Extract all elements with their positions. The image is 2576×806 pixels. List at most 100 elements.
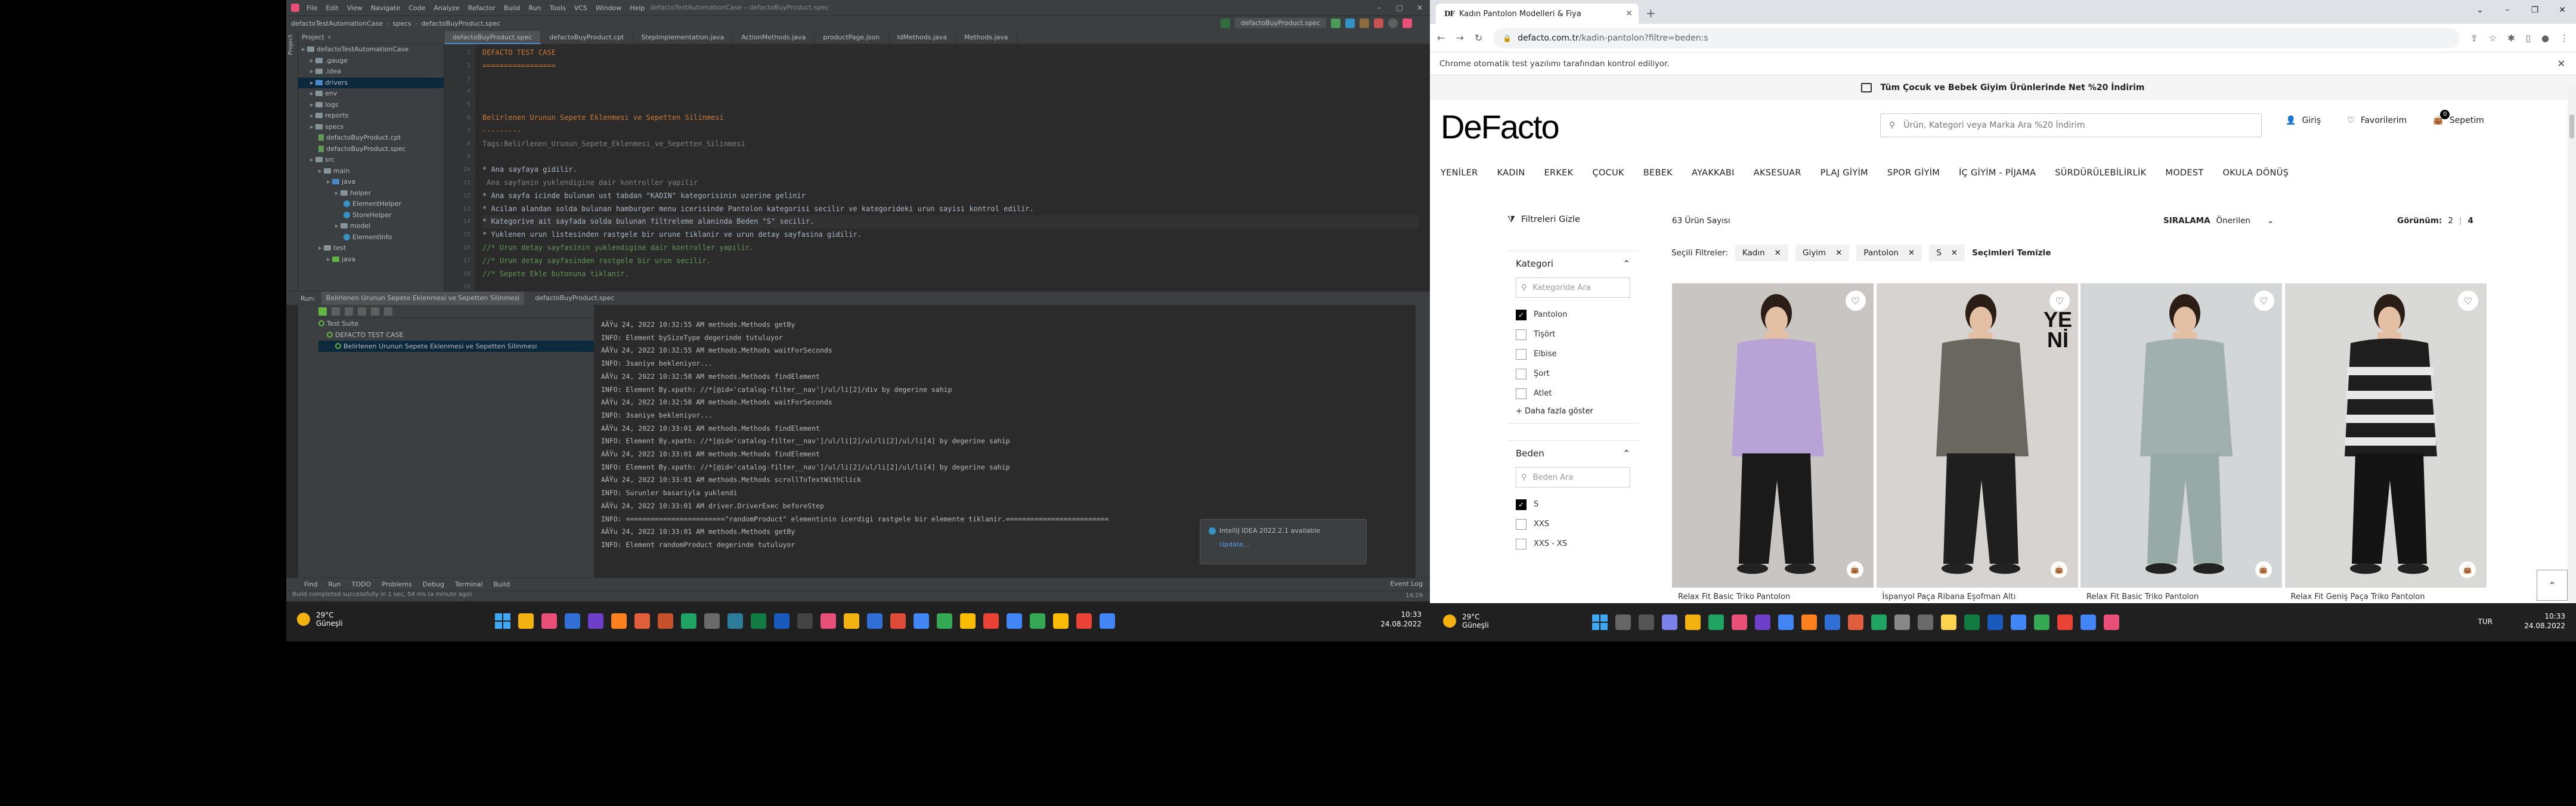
product-card[interactable]: YE Nİ ♡ 👜 İspanyol Paça Ribana Eşofman Altı <box>1876 283 2081 601</box>
taskbar-app-icon[interactable] <box>1639 614 1654 630</box>
code-line[interactable]: Belirlenen Urunun Sepete Eklenmesi ve Se… <box>482 112 1418 125</box>
start-icon[interactable] <box>495 613 510 629</box>
site-search-input[interactable]: ⚲ Ürün, Kategori veya Marka Ara %20 İndi… <box>1880 113 2262 137</box>
breadcrumb-item[interactable]: defactoTestAutomationCase <box>291 20 383 27</box>
favorite-heart-icon[interactable]: ♡ <box>2049 291 2070 311</box>
run-icon[interactable] <box>1331 18 1340 28</box>
category-nav-item[interactable]: OKULA DÖNÜŞ <box>2223 168 2289 178</box>
category-nav-item[interactable]: KADIN <box>1497 168 1525 178</box>
sort-control[interactable]: SIRALAMA Önerilen ⌄ <box>2163 216 2274 226</box>
close-icon[interactable]: ✕ <box>1410 0 1430 16</box>
add-to-bag-icon[interactable]: 👜 <box>2459 561 2476 578</box>
show-more-link[interactable]: + Daha fazla göster <box>1516 407 1630 416</box>
taskbar-app-icon[interactable] <box>541 613 557 629</box>
code-line[interactable]: * Yuklenen urun listesinden rastgele bir… <box>482 228 1418 242</box>
expand-arrow-icon[interactable]: ▸ <box>318 167 324 175</box>
category-nav-item[interactable]: BEBEK <box>1643 168 1673 178</box>
category-search-input[interactable]: ⚲ Kategoride Ara <box>1516 277 1630 298</box>
taskbar-app-icon[interactable] <box>588 613 603 629</box>
category-nav-item[interactable]: ÇOCUK <box>1592 168 1624 178</box>
category-nav-item[interactable]: YENİLER <box>1441 168 1478 178</box>
profile-icon[interactable]: ● <box>2541 33 2549 44</box>
checkbox[interactable] <box>1516 348 1527 360</box>
taskbar-app-icon[interactable] <box>751 613 766 629</box>
taskbar-app-icon[interactable] <box>1987 614 2003 630</box>
menu-item[interactable]: Code <box>405 4 429 12</box>
taskbar-app-icon[interactable] <box>1918 614 1933 630</box>
code-line[interactable] <box>482 73 1418 86</box>
update-notification[interactable]: IntelliJ IDEA 2022.2.1 available Update.… <box>1200 519 1367 564</box>
taskbar-app-icon[interactable] <box>565 613 580 629</box>
tree-node[interactable]: ▸ main <box>298 166 444 177</box>
taskbar-app-icon[interactable] <box>983 613 999 629</box>
taskbar-app-icon[interactable] <box>1076 613 1092 629</box>
category-nav-item[interactable]: SPOR GİYİM <box>1887 168 1940 178</box>
taskbar-app-icon[interactable] <box>960 613 976 629</box>
editor-tab[interactable]: Methods.java <box>956 30 1017 44</box>
tree-node[interactable]: StoreHelper <box>298 210 444 221</box>
expand-arrow-icon[interactable]: ▸ <box>302 45 307 53</box>
extensions-icon[interactable]: ✱ <box>2507 33 2515 44</box>
input-language[interactable]: TUR <box>2478 617 2493 626</box>
debug-icon[interactable] <box>1345 18 1355 28</box>
remove-chip-icon[interactable]: ✕ <box>1835 248 1842 258</box>
code-line[interactable]: * Kategorive ait sayfada solda bulunan f… <box>482 215 1418 229</box>
remove-chip-icon[interactable]: ✕ <box>1951 248 1958 258</box>
code-line[interactable]: //* Urun detay sayfasinin yuklendigine d… <box>482 242 1418 255</box>
taskbar-app-icon[interactable] <box>844 613 859 629</box>
product-image[interactable] <box>2080 283 2282 588</box>
forward-icon[interactable]: → <box>1456 32 1463 44</box>
taskbar-app-icon[interactable] <box>1801 614 1817 630</box>
favorites-link[interactable]: ♡ Favorilerim <box>2347 116 2407 125</box>
minimize-icon[interactable]: – <box>2494 0 2521 20</box>
taskbar-app-icon[interactable] <box>1941 614 1956 630</box>
breadcrumb-item[interactable]: defactoBuyProduct.spec <box>421 20 500 27</box>
filter-option[interactable]: ✓ Pantolon <box>1516 305 1630 325</box>
size-filter-header[interactable]: Beden ⌃ <box>1516 448 1630 459</box>
tree-node[interactable]: ElementInfo <box>298 232 444 243</box>
filter-option[interactable]: ✓ S <box>1516 495 1630 514</box>
tree-node[interactable]: ▸ helper <box>298 188 444 199</box>
favorite-heart-icon[interactable]: ♡ <box>1845 291 1866 311</box>
tree-node[interactable]: ▸ defactoTestAutomationCase <box>298 44 444 55</box>
tool-window-button[interactable]: Build <box>494 580 510 588</box>
tree-node[interactable]: ▸ specs <box>298 122 444 133</box>
start-icon[interactable] <box>1592 614 1608 630</box>
tool-window-button[interactable]: Find <box>304 580 318 588</box>
taskbar-app-icon[interactable] <box>2104 614 2119 630</box>
star-icon[interactable]: ☆ <box>2489 33 2497 44</box>
taskbar-app-icon[interactable] <box>797 613 813 629</box>
category-nav-item[interactable]: MODEST <box>2165 168 2203 178</box>
project-tool-tab[interactable]: Project <box>286 31 295 58</box>
taskbar-app-icon[interactable] <box>634 613 650 629</box>
menu-icon[interactable]: ⋮ <box>2560 33 2569 44</box>
ignored-filter-icon[interactable] <box>332 307 340 316</box>
expand-arrow-icon[interactable]: ▸ <box>310 123 315 131</box>
code-line[interactable]: * Ana sayfa icinde bulunan ust tabdan "K… <box>482 190 1418 203</box>
taskbar-app-icon[interactable] <box>2080 614 2096 630</box>
taskbar-app-icon[interactable] <box>1007 613 1022 629</box>
filter-option[interactable]: Tişört <box>1516 325 1630 344</box>
code-content[interactable]: DEFACTO TEST CASE ================= Belir… <box>482 47 1418 280</box>
code-line[interactable]: //* Sepete Ekle butonuna tiklanir. <box>482 268 1418 281</box>
scroll-top-button[interactable]: ⌃ <box>2537 570 2568 601</box>
minimize-icon[interactable]: – <box>1369 0 1389 16</box>
code-line[interactable] <box>482 150 1418 163</box>
search-everywhere-icon[interactable] <box>1388 18 1398 28</box>
tool-window-button[interactable]: Run <box>329 580 341 588</box>
breadcrumb-item[interactable]: specs <box>393 20 411 27</box>
taskbar-app-icon[interactable] <box>1685 614 1701 630</box>
maximize-icon[interactable]: □ <box>1389 0 1410 16</box>
expand-arrow-icon[interactable]: ▸ <box>310 79 315 87</box>
taskbar-app-icon[interactable] <box>1662 614 1677 630</box>
editor-tab[interactable]: StepImplementation.java <box>633 30 733 44</box>
taskbar-app-icon[interactable] <box>1100 613 1115 629</box>
code-line[interactable]: ================= <box>482 60 1418 73</box>
editor-tab[interactable]: defactoBuyProduct.spec <box>444 30 541 44</box>
taskbar-app-icon[interactable] <box>774 613 789 629</box>
code-line[interactable]: Ana sayfanin yuklendigine dair kontrolle… <box>482 177 1418 190</box>
scrollbar-thumb[interactable] <box>2569 115 2574 138</box>
tree-node[interactable]: ▸ reports <box>298 110 444 122</box>
weather-widget[interactable]: 29°C Güneşli <box>297 611 343 628</box>
remove-chip-icon[interactable]: ✕ <box>1908 248 1915 258</box>
